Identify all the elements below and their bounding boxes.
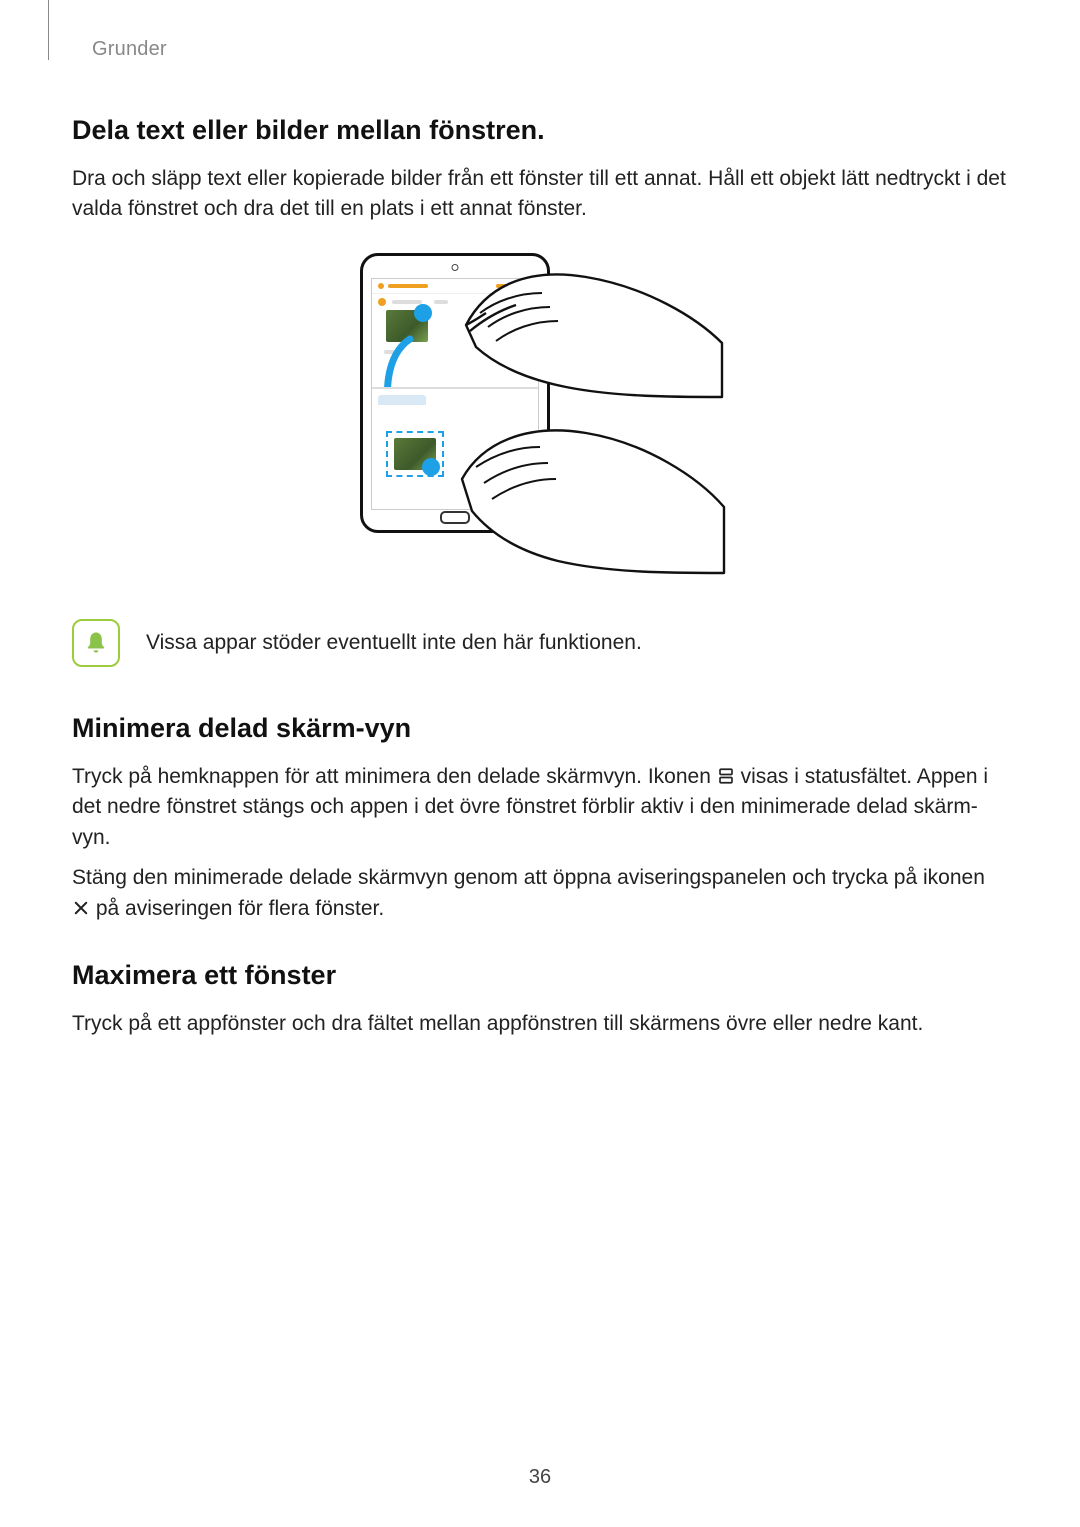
close-icon xyxy=(72,896,90,914)
heading-minimize: Minimera delad skärm-vyn xyxy=(72,713,1008,744)
margin-rule xyxy=(48,0,49,60)
app-top-bar xyxy=(372,279,538,294)
manual-page: Grunder Dela text eller bilder mellan fö… xyxy=(0,0,1080,1527)
note-callout: Vissa appar stöder eventuellt inte den h… xyxy=(72,619,1008,667)
image-thumbnail xyxy=(394,438,436,470)
illustration-container xyxy=(360,253,720,583)
drop-target xyxy=(386,431,444,477)
device-screen xyxy=(371,278,539,510)
running-head: Grunder xyxy=(92,38,1008,61)
page-number: 36 xyxy=(0,1466,1080,1489)
paragraph: Dra och släpp text eller kopierade bilde… xyxy=(72,164,1008,225)
heading-maximize: Maximera ett fönster xyxy=(72,960,1008,991)
app-glyph-icon xyxy=(378,283,384,289)
text-fragment: Tryck på hemknappen för att minimera den… xyxy=(72,765,717,788)
action-placeholder xyxy=(496,284,512,288)
split-screen-icon xyxy=(717,764,735,782)
text-fragment: på aviseringen för flera fönster. xyxy=(96,897,384,920)
bottom-app-pane xyxy=(372,387,538,509)
app-title-placeholder xyxy=(388,284,428,288)
note-badge xyxy=(72,619,120,667)
text-placeholder xyxy=(392,300,422,304)
touch-indicator-icon xyxy=(422,458,440,476)
heading-share: Dela text eller bilder mellan fönstren. xyxy=(72,115,1008,146)
bell-icon xyxy=(82,629,110,657)
paragraph: Tryck på ett appfönster och dra fältet m… xyxy=(72,1009,1008,1039)
text-fragment: Stäng den minimerade delade skärmvyn gen… xyxy=(72,866,985,889)
front-camera-icon xyxy=(452,264,459,271)
avatar-icon xyxy=(378,298,386,306)
section-minimize-splitview: Minimera delad skärm-vyn Tryck på hemkna… xyxy=(72,713,1008,924)
action-placeholder xyxy=(516,284,532,288)
touch-indicator-icon xyxy=(414,304,432,322)
section-share-between-windows: Dela text eller bilder mellan fönstren. … xyxy=(72,115,1008,583)
section-maximize-window: Maximera ett fönster Tryck på ett appfön… xyxy=(72,960,1008,1039)
list-row xyxy=(372,294,538,310)
paragraph: Tryck på hemknappen för att minimera den… xyxy=(72,762,1008,853)
paragraph: Stäng den minimerade delade skärmvyn gen… xyxy=(72,863,1008,924)
top-app-pane xyxy=(372,279,538,389)
tablet-device xyxy=(360,253,550,533)
home-button-icon xyxy=(440,511,470,524)
image-thumbnail xyxy=(386,310,428,342)
text-placeholder xyxy=(434,300,448,304)
text-placeholder xyxy=(384,350,398,354)
list-row xyxy=(372,346,538,358)
figure-drag-drop xyxy=(72,253,1008,583)
note-text: Vissa appar stöder eventuellt inte den h… xyxy=(146,631,642,655)
tab-placeholder xyxy=(378,395,426,405)
